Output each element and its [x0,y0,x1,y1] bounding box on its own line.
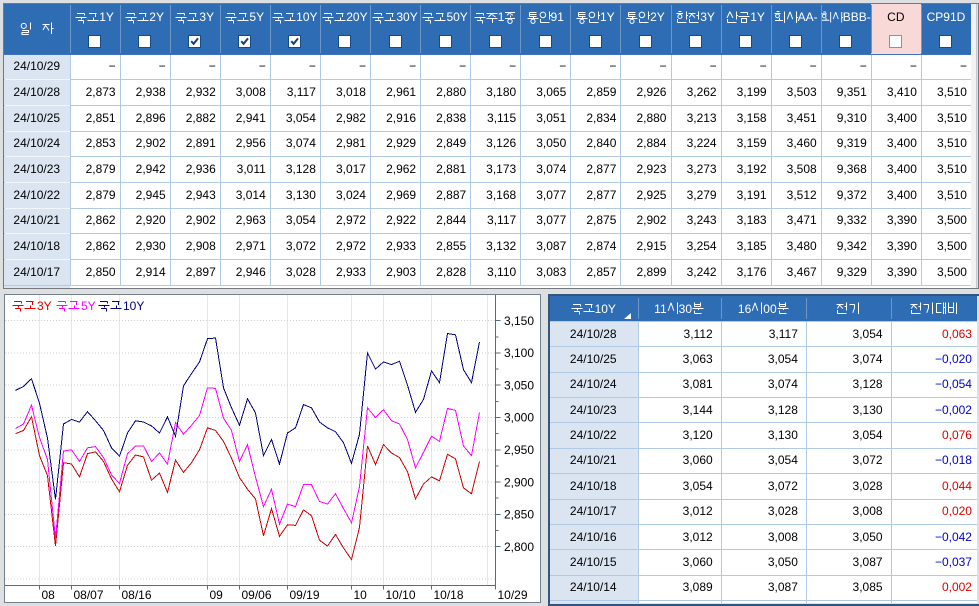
svg-text:2,950: 2,950 [504,443,534,457]
svg-text:2,900: 2,900 [504,475,534,489]
svg-text:3Y: 3Y [37,299,52,313]
svg-text:2,850: 2,850 [504,508,534,522]
svg-text:3,100: 3,100 [504,346,534,360]
svg-text:08/07: 08/07 [74,588,104,602]
svg-text:09: 09 [210,588,224,602]
svg-text:08/16: 08/16 [122,588,152,602]
svg-text:2,800: 2,800 [504,540,534,554]
svg-text:10Y: 10Y [123,299,144,313]
svg-text:10/10: 10/10 [386,588,416,602]
svg-text:3,150: 3,150 [504,314,534,328]
svg-text:3,050: 3,050 [504,378,534,392]
svg-text:10/18: 10/18 [434,588,464,602]
svg-text:08: 08 [42,588,56,602]
svg-text:10: 10 [354,588,368,602]
svg-text:10/29: 10/29 [498,588,528,602]
svg-text:09/06: 09/06 [242,588,272,602]
svg-text:09/19: 09/19 [290,588,320,602]
svg-text:5Y: 5Y [81,299,96,313]
svg-text:3,000: 3,000 [504,411,534,425]
